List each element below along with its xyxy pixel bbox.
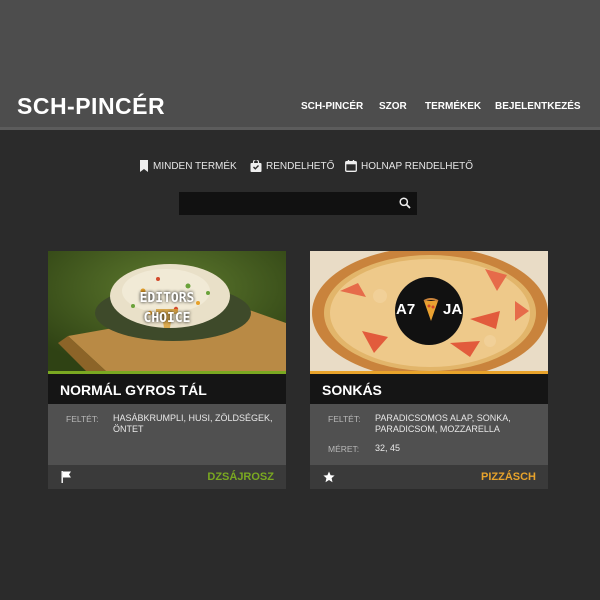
card-title-bar: SONKÁS (310, 374, 548, 404)
logo-text-right: JA (443, 301, 463, 318)
flag-icon[interactable] (61, 471, 72, 483)
product-image: EDITORS CHOICE (48, 251, 286, 373)
product-details: FELTÉT: PARADICSOMOS ALAP, SONKA, PARADI… (310, 404, 548, 465)
nav-termekek[interactable]: TERMÉKEK (425, 101, 481, 112)
filter-all-products[interactable]: MINDEN TERMÉK (139, 160, 237, 172)
filter-orderable[interactable]: RENDELHETŐ (250, 160, 334, 172)
brand-title[interactable]: SCH-PINCÉR (17, 93, 165, 120)
bookmark-icon (140, 160, 148, 172)
detail-label: MÉRET: (328, 444, 360, 454)
product-card[interactable]: A7 JA SONKÁS FELTÉT: PARADICSOMOS ALAP, … (310, 251, 548, 489)
category-label[interactable]: DZSÁJROSZ (207, 471, 274, 483)
search-box (179, 192, 417, 215)
product-image: A7 JA (310, 251, 548, 373)
badge-line-2: CHOICE (143, 311, 191, 326)
star-icon[interactable] (323, 471, 335, 483)
filter-orderable-tomorrow[interactable]: HOLNAP RENDELHETŐ (345, 160, 473, 172)
detail-label: FELTÉT: (328, 414, 361, 424)
filter-bar: MINDEN TERMÉK RENDELHETŐ HOLNAP RENDELHE… (0, 160, 600, 176)
nav-sch-pincer[interactable]: SCH-PINCÉR (301, 101, 363, 112)
badge-line-1: EDITORS (139, 291, 195, 306)
card-footer: DZSÁJROSZ (48, 465, 286, 489)
product-title: SONKÁS (322, 382, 382, 398)
card-footer: PIZZÁSCH (310, 465, 548, 489)
detail-label: FELTÉT: (66, 414, 99, 424)
filter-orderable-tomorrow-label: HOLNAP RENDELHETŐ (361, 160, 474, 172)
top-header: SCH-PINCÉR SCH-PINCÉR SZOR TERMÉKEK BEJE… (0, 0, 600, 130)
search-input[interactable] (179, 192, 389, 215)
editors-choice-badge: EDITORS CHOICE (48, 289, 286, 329)
detail-value: 32, 45 (375, 443, 401, 453)
logo-text-left: A7 (396, 301, 416, 318)
product-title: NORMÁL GYROS TÁL (60, 382, 207, 398)
product-card[interactable]: EDITORS CHOICE NORMÁL GYROS TÁL FELTÉT: … (48, 251, 286, 489)
category-label[interactable]: PIZZÁSCH (481, 471, 536, 483)
shopping-bag-icon (250, 160, 262, 172)
search-icon[interactable] (399, 197, 411, 209)
nav-szor[interactable]: SZOR (379, 101, 407, 112)
card-title-bar: NORMÁL GYROS TÁL (48, 374, 286, 404)
calendar-icon (345, 160, 357, 172)
detail-value: HASÁBKRUMPLI, HUSI, ZÖLDSÉGEK, ÖNTET (113, 413, 273, 434)
nav-bejelentkezes[interactable]: BEJELENTKEZÉS (495, 101, 581, 112)
product-details: FELTÉT: HASÁBKRUMPLI, HUSI, ZÖLDSÉGEK, Ö… (48, 404, 286, 465)
filter-orderable-label: RENDELHETŐ (266, 160, 335, 172)
detail-value: PARADICSOMOS ALAP, SONKA, PARADICSOM, MO… (375, 413, 511, 434)
filter-all-products-label: MINDEN TERMÉK (153, 160, 237, 172)
